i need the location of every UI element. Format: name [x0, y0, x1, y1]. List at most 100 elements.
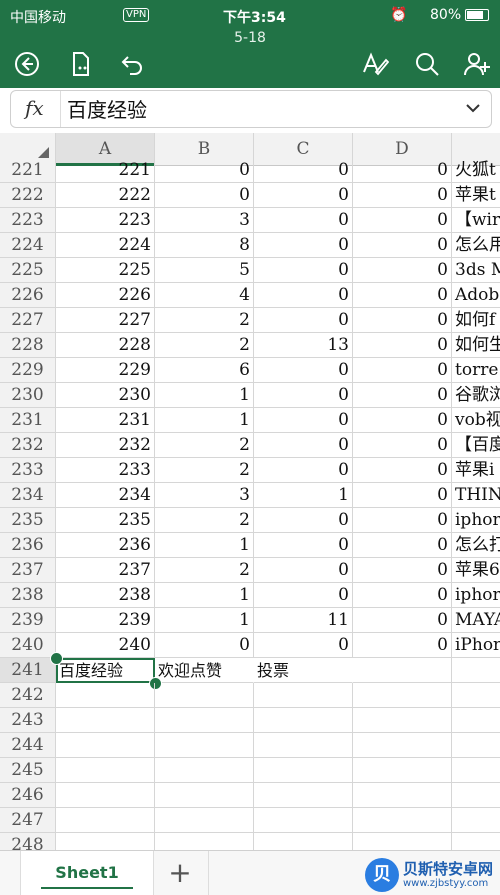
cell-a[interactable]: 232: [56, 433, 155, 458]
cell-e[interactable]: 苹果6: [452, 558, 500, 583]
row-header[interactable]: 245: [0, 758, 56, 783]
cell-d[interactable]: 0: [353, 358, 452, 383]
cell-d[interactable]: 0: [353, 608, 452, 633]
cell-b[interactable]: 4: [155, 283, 254, 308]
cell-a[interactable]: [56, 733, 155, 758]
row-header[interactable]: 223: [0, 208, 56, 233]
cell-a[interactable]: 235: [56, 508, 155, 533]
selection-handle-top-left[interactable]: [50, 652, 63, 665]
cell-d[interactable]: 0: [353, 308, 452, 333]
cell-a[interactable]: 221: [56, 158, 155, 183]
cell-c[interactable]: 0: [254, 508, 353, 533]
cell-a[interactable]: 237: [56, 558, 155, 583]
cell-b[interactable]: [155, 733, 254, 758]
add-sheet-button[interactable]: +: [152, 851, 209, 895]
cell-a[interactable]: 230: [56, 383, 155, 408]
cell-a[interactable]: 233: [56, 458, 155, 483]
cell-c[interactable]: [254, 683, 353, 708]
cell-e[interactable]: [452, 758, 500, 783]
cell-b[interactable]: 2: [155, 433, 254, 458]
cell-d[interactable]: 0: [353, 583, 452, 608]
cell-e[interactable]: THINK: [452, 483, 500, 508]
cell-a[interactable]: 229: [56, 358, 155, 383]
row-header[interactable]: 231: [0, 408, 56, 433]
cell-e[interactable]: 火狐t: [452, 158, 500, 183]
cell-d[interactable]: 0: [353, 183, 452, 208]
cell-c[interactable]: 0: [254, 158, 353, 183]
cell-d[interactable]: 0: [353, 433, 452, 458]
row-header[interactable]: 238: [0, 583, 56, 608]
row-header[interactable]: 235: [0, 508, 56, 533]
cell-d[interactable]: 0: [353, 633, 452, 658]
cell-e[interactable]: vob视: [452, 408, 500, 433]
row-header[interactable]: 237: [0, 558, 56, 583]
cell-b[interactable]: 2: [155, 458, 254, 483]
cell-b[interactable]: [155, 783, 254, 808]
cell-b[interactable]: 1: [155, 533, 254, 558]
cell-a[interactable]: [56, 808, 155, 833]
cell-c[interactable]: 0: [254, 183, 353, 208]
row-header[interactable]: 247: [0, 808, 56, 833]
row-header[interactable]: 244: [0, 733, 56, 758]
cell-d[interactable]: 0: [353, 483, 452, 508]
cell-c[interactable]: 13: [254, 333, 353, 358]
cell-c[interactable]: [254, 783, 353, 808]
cell-c[interactable]: 0: [254, 208, 353, 233]
cell-c[interactable]: [254, 758, 353, 783]
row-header[interactable]: 240: [0, 633, 56, 658]
row-header[interactable]: 233: [0, 458, 56, 483]
cell-e[interactable]: 如何生: [452, 333, 500, 358]
cell-d[interactable]: 0: [353, 383, 452, 408]
cell-b[interactable]: [155, 758, 254, 783]
row-header[interactable]: 241: [0, 658, 56, 683]
cell-e[interactable]: torre: [452, 358, 500, 383]
cell-c[interactable]: 0: [254, 283, 353, 308]
row-header[interactable]: 228: [0, 333, 56, 358]
cell-a[interactable]: 236: [56, 533, 155, 558]
cell-e[interactable]: iphor: [452, 508, 500, 533]
cell-a[interactable]: 223: [56, 208, 155, 233]
row-header[interactable]: 222: [0, 183, 56, 208]
cell-d[interactable]: 0: [353, 458, 452, 483]
share-button[interactable]: [460, 48, 494, 80]
cell-b[interactable]: [155, 808, 254, 833]
formula-input[interactable]: 百度经验: [67, 94, 147, 123]
row-header[interactable]: 234: [0, 483, 56, 508]
undo-button[interactable]: [116, 48, 150, 80]
cell-d[interactable]: 0: [353, 233, 452, 258]
cell-e[interactable]: MAYA: [452, 608, 500, 633]
cell-a[interactable]: 228: [56, 333, 155, 358]
cell-b[interactable]: 5: [155, 258, 254, 283]
cell-a[interactable]: 239: [56, 608, 155, 633]
cell-d[interactable]: [353, 708, 452, 733]
cell-a[interactable]: 226: [56, 283, 155, 308]
cell-b[interactable]: 1: [155, 408, 254, 433]
cell-e[interactable]: 苹果i: [452, 458, 500, 483]
cell-c[interactable]: [254, 733, 353, 758]
cell-c[interactable]: 0: [254, 533, 353, 558]
cell-c[interactable]: [254, 708, 353, 733]
cell-a[interactable]: 224: [56, 233, 155, 258]
row-header[interactable]: 224: [0, 233, 56, 258]
cell-d[interactable]: 0: [353, 333, 452, 358]
row-header[interactable]: 227: [0, 308, 56, 333]
cell-d[interactable]: [353, 658, 452, 683]
row-header[interactable]: 236: [0, 533, 56, 558]
cell-e[interactable]: iPhor: [452, 633, 500, 658]
cell-c[interactable]: 0: [254, 633, 353, 658]
cell-c[interactable]: 0: [254, 258, 353, 283]
cell-a[interactable]: 225: [56, 258, 155, 283]
cell-a[interactable]: 238: [56, 583, 155, 608]
cell-c[interactable]: [254, 808, 353, 833]
cell-e[interactable]: [452, 783, 500, 808]
cell-b[interactable]: 0: [155, 158, 254, 183]
cell-c[interactable]: 0: [254, 408, 353, 433]
cell-c[interactable]: 投票: [254, 658, 353, 683]
cell-c[interactable]: 1: [254, 483, 353, 508]
cell-a[interactable]: 231: [56, 408, 155, 433]
cell-e[interactable]: [452, 733, 500, 758]
cell-e[interactable]: 谷歌浏: [452, 383, 500, 408]
row-header[interactable]: 230: [0, 383, 56, 408]
cell-c[interactable]: 11: [254, 608, 353, 633]
cell-a[interactable]: [56, 783, 155, 808]
